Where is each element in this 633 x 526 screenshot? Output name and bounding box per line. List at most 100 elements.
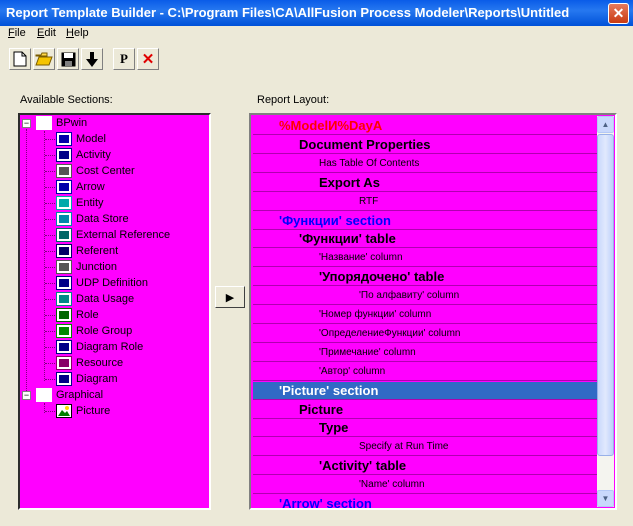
- tree-item-data-store[interactable]: Data Store: [56, 211, 129, 227]
- available-sections-tree[interactable]: − BPwin Model Activity Cost Center Arrow Ent…: [18, 113, 211, 510]
- menu-file-mnemonic: F: [8, 27, 15, 39]
- layout-row-label: 'Функции' section: [279, 212, 391, 228]
- tree-item-external-reference[interactable]: External Reference: [56, 227, 170, 243]
- open-button[interactable]: [33, 48, 55, 70]
- tree-item-resource[interactable]: Resource: [56, 355, 123, 371]
- tree-item-data-usage[interactable]: Data Usage: [56, 291, 134, 307]
- resource-icon: [56, 356, 72, 370]
- layout-row-label: Type: [319, 420, 349, 436]
- layout-row[interactable]: 'Примечание' column: [253, 344, 599, 362]
- save-button[interactable]: [57, 48, 79, 70]
- layout-row[interactable]: Document Properties: [253, 136, 599, 154]
- layout-row[interactable]: 'Функции' section: [253, 212, 599, 230]
- layout-row[interactable]: 'ОпределениеФункции' column: [253, 325, 599, 343]
- scroll-up-button[interactable]: ▲: [597, 116, 614, 133]
- tree-line: [45, 331, 55, 332]
- bpwin-expander[interactable]: −: [22, 119, 31, 128]
- new-button[interactable]: [9, 48, 31, 70]
- toolbar: P ✕: [0, 46, 633, 74]
- tree-item-activity[interactable]: Activity: [56, 147, 111, 163]
- vertical-scrollbar[interactable]: ▲ ▼: [597, 116, 614, 507]
- menu-help-label: elp: [73, 27, 89, 39]
- layout-row-label: 'Name' column: [359, 479, 425, 491]
- layout-row[interactable]: Picture: [253, 401, 599, 419]
- layout-row[interactable]: Has Table Of Contents: [253, 155, 599, 173]
- tree-line: [45, 219, 55, 220]
- layout-row-label: 'Picture' section: [279, 382, 379, 398]
- tree-root-label: BPwin: [56, 117, 88, 129]
- tree-item-entity[interactable]: Entity: [56, 195, 104, 211]
- menu-edit[interactable]: Edit: [37, 27, 56, 39]
- layout-row[interactable]: 'Name' column: [253, 476, 599, 495]
- save-icon: [61, 52, 75, 66]
- layout-row-label: 'Примечание' column: [319, 346, 416, 358]
- layout-row[interactable]: 'Упорядочено' table: [253, 268, 599, 287]
- layout-row[interactable]: 'Arrow' section: [253, 495, 599, 510]
- tree-line: [45, 155, 55, 156]
- menu-file-label: ile: [14, 27, 26, 39]
- delete-button[interactable]: ✕: [137, 48, 159, 70]
- window-title: Report Template Builder - C:\Program Fil…: [6, 5, 570, 20]
- tree-item-role-group[interactable]: Role Group: [56, 323, 132, 339]
- layout-row[interactable]: 'Автор' column: [253, 363, 599, 381]
- menu-help[interactable]: Help: [66, 27, 89, 39]
- properties-button[interactable]: P: [113, 48, 135, 70]
- tree-item-label: Role: [76, 309, 99, 321]
- add-section-button[interactable]: ▶: [215, 286, 245, 308]
- tree-line: [45, 187, 55, 188]
- layout-row[interactable]: Export As: [253, 174, 599, 192]
- tree-item-picture[interactable]: Picture: [56, 403, 110, 419]
- layout-row-label: Export As: [319, 174, 380, 190]
- tree-line: [45, 203, 55, 204]
- tree-root-graphical[interactable]: Graphical: [36, 387, 103, 403]
- udp-definition-icon: [56, 276, 72, 290]
- data-usage-icon: [56, 292, 72, 306]
- tree-item-label: Diagram Role: [76, 341, 144, 353]
- menu-file[interactable]: File: [8, 27, 26, 39]
- tree-line: [45, 363, 55, 364]
- tree-item-label: Cost Center: [76, 165, 135, 177]
- tree-item-udp-definition[interactable]: UDP Definition: [56, 275, 148, 291]
- tree-line: [45, 171, 55, 172]
- tree-item-cost-center[interactable]: Cost Center: [56, 163, 135, 179]
- layout-row[interactable]: 'Номер функции' column: [253, 306, 599, 324]
- tree-item-diagram[interactable]: Diagram: [56, 371, 118, 387]
- layout-row-label: 'Автор' column: [319, 365, 386, 377]
- layout-row[interactable]: Type: [253, 419, 599, 438]
- layout-row[interactable]: 'По алфавиту' column: [253, 287, 599, 306]
- layout-row-label: 'Arrow' section: [279, 496, 372, 510]
- layout-row-label: 'ОпределениеФункции' column: [319, 327, 461, 339]
- delete-x-icon: ✕: [141, 51, 155, 68]
- move-down-button[interactable]: [81, 48, 103, 70]
- tree-root-bpwin[interactable]: BPwin: [36, 115, 87, 131]
- close-window-button[interactable]: ✕: [608, 3, 629, 24]
- scroll-down-button[interactable]: ▼: [597, 490, 614, 507]
- report-layout-list[interactable]: %ModelИ%DayA Document Properties Has Table…: [249, 113, 617, 510]
- chevron-down-icon: ▼: [601, 494, 610, 503]
- scroll-thumb[interactable]: [597, 134, 614, 456]
- tree-item-diagram-role[interactable]: Diagram Role: [56, 339, 143, 355]
- referent-icon: [56, 244, 72, 258]
- tree-item-junction[interactable]: Junction: [56, 259, 117, 275]
- tree-item-label: Junction: [76, 261, 117, 273]
- new-icon: [13, 51, 27, 67]
- layout-row-label: Picture: [299, 401, 344, 417]
- layout-row[interactable]: RTF: [253, 193, 599, 211]
- tree-item-label: Diagram: [76, 373, 118, 385]
- picture-icon: [56, 404, 72, 418]
- diagram-role-icon: [56, 340, 72, 354]
- tree-item-role[interactable]: Role: [56, 307, 99, 323]
- graphical-expander[interactable]: −: [22, 391, 31, 400]
- menu-help-mnemonic: H: [66, 27, 74, 39]
- layout-row[interactable]: 'Activity' table: [253, 457, 599, 476]
- tree-item-referent[interactable]: Referent: [56, 243, 118, 259]
- layout-row[interactable]: 'Название' column: [253, 249, 599, 268]
- layout-row-label: 'Название' column: [319, 252, 403, 264]
- layout-row[interactable]: Specify at Run Time: [253, 438, 599, 457]
- tree-item-label: Data Store: [76, 213, 129, 225]
- tree-item-model[interactable]: Model: [56, 131, 106, 147]
- layout-row[interactable]: 'Picture' section: [253, 381, 599, 400]
- layout-row[interactable]: 'Функции' table: [253, 230, 599, 249]
- tree-item-arrow[interactable]: Arrow: [56, 179, 105, 195]
- layout-row[interactable]: %ModelИ%DayA: [253, 117, 599, 135]
